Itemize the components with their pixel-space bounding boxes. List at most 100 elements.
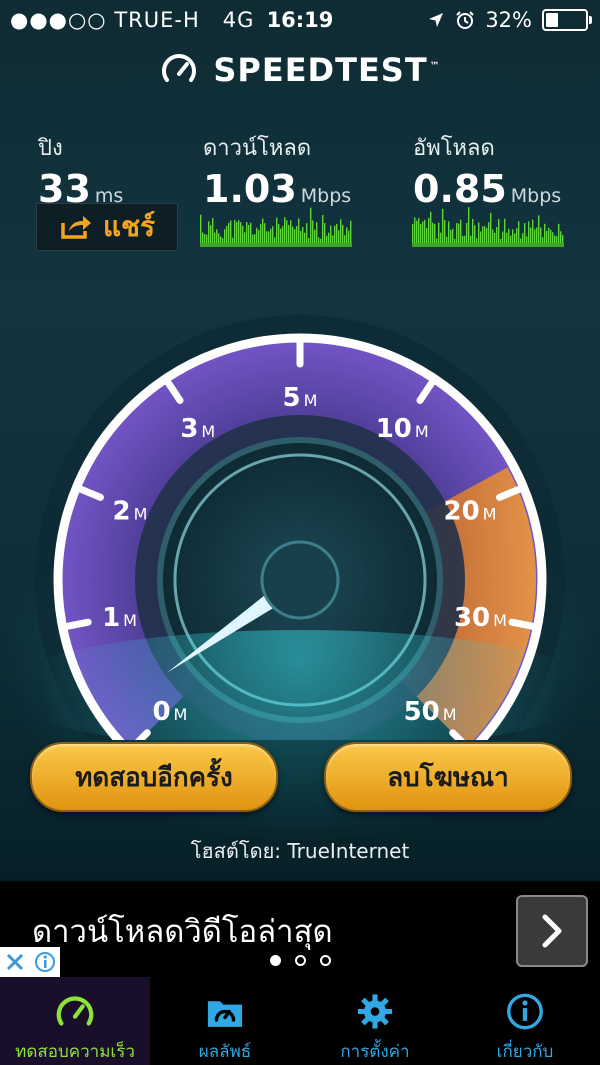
sparkline-bar [338, 230, 340, 245]
tab-about[interactable]: เกี่ยวกับ [450, 977, 600, 1065]
close-icon[interactable] [4, 951, 26, 973]
share-label: แชร์ [102, 210, 156, 243]
sparkline-bar [486, 227, 488, 245]
tab-about-label: เกี่ยวกับ [496, 1042, 554, 1062]
sparkline-bar [438, 222, 440, 245]
sparkline-bar [516, 228, 518, 245]
sparkline-bar [226, 225, 228, 245]
ad-text[interactable]: ดาวน์โหลดวิดีโอล่าสุด [32, 906, 333, 956]
upload-metric: อัพโหลด 0.85 Mbps [413, 130, 561, 211]
sparkline-bar [260, 223, 262, 245]
sparkline-bar [536, 227, 538, 245]
sparkline-bar [314, 229, 316, 245]
sparkline-bar [210, 225, 212, 245]
sparkline-bar [512, 229, 514, 245]
remove-ads-button[interactable]: ลบโฆษณา [324, 742, 572, 812]
sparkline-bar [448, 221, 450, 245]
sparkline-bar [472, 218, 474, 245]
sparkline-bar [508, 228, 510, 245]
tab-results[interactable]: ผลลัพธ์ [150, 977, 300, 1065]
sparkline-bar [424, 219, 426, 245]
sparkline-bar [316, 222, 318, 245]
sparkline-bar [336, 223, 338, 245]
sparkline-bar [528, 221, 530, 245]
sparkline-bar [288, 225, 290, 245]
gauge-tick [61, 618, 92, 631]
sparkline-bar [324, 223, 326, 245]
sparkline-bar [544, 223, 546, 245]
page-dot[interactable] [269, 955, 281, 966]
sparkline-bar [282, 226, 284, 245]
gauge-needle-cap [260, 540, 340, 620]
sparkline-bar [264, 223, 266, 245]
download-unit: Mbps [300, 185, 352, 207]
tab-settings[interactable]: การตั้งค่า [300, 977, 450, 1065]
speed-gauge: 0 M1 M2 M3 M5 M10 M20 M30 M50 M [0, 315, 600, 740]
sparkline-bar [298, 218, 300, 245]
share-button[interactable]: แชร์ [36, 203, 178, 251]
status-right: 32% [427, 8, 592, 32]
sparkline-bar [200, 214, 202, 245]
battery-fill [546, 13, 559, 27]
sparkline-bar [280, 228, 282, 245]
sparkline-bar [558, 223, 560, 245]
location-arrow-icon [429, 13, 444, 27]
sparkline-bar [498, 218, 500, 245]
sparkline-bar [306, 223, 308, 245]
sparkline-bar [420, 223, 422, 245]
ping-metric: ปิง 33 ms [38, 130, 123, 211]
test-again-button[interactable]: ทดสอบอีกครั้ง [30, 742, 278, 812]
ad-choices-badge[interactable] [0, 947, 60, 977]
sparkline-bar [322, 215, 324, 245]
sparkline-bar [246, 222, 248, 245]
download-metric: ดาวน์โหลด 1.03 Mbps [203, 130, 351, 211]
speedometer-icon [56, 996, 94, 1026]
page-dot[interactable] [294, 955, 306, 966]
upload-unit: Mbps [510, 185, 562, 207]
sparkline-bar [276, 217, 278, 245]
sparkline-baseline [412, 243, 564, 247]
app-title: SPEEDTEST ™ [213, 51, 441, 89]
sparkline-bar [456, 223, 458, 245]
sparkline-bar [444, 220, 446, 245]
sparkline-bar [518, 221, 520, 245]
sparkline-bar [248, 224, 250, 245]
sparkline-bar [342, 224, 344, 245]
sparkline-bar [488, 222, 490, 245]
download-label: ดาวน์โหลด [203, 136, 312, 161]
sparkline-bar [428, 217, 430, 245]
sparkline-bar [236, 221, 238, 245]
sparkline-bar [340, 219, 342, 245]
sparkline-bar [504, 218, 506, 245]
sparkline-bar [458, 223, 460, 245]
sparkline-bar [412, 223, 414, 245]
sparkline-bar [300, 230, 302, 245]
info-icon [507, 993, 543, 1030]
sparkline-bar [212, 218, 214, 245]
sparkline-bar [460, 219, 462, 245]
sparkline-bar [450, 230, 452, 245]
alarm-clock-icon [456, 11, 475, 29]
sparkline-bar [294, 229, 296, 245]
battery-icon [542, 9, 592, 31]
sparkline-bar [490, 212, 492, 245]
sparkline-bar [208, 221, 210, 245]
sparkline-bar [292, 226, 294, 245]
info-icon[interactable] [34, 951, 56, 973]
page-dot[interactable] [319, 955, 331, 966]
sparkline-bar [550, 229, 552, 245]
tab-speed-test[interactable]: ทดสอบความเร็ว [0, 977, 150, 1065]
sparkline-bar [310, 207, 312, 245]
sparkline-bar [474, 225, 476, 245]
sparkline-bar [530, 227, 532, 245]
tab-bar: ทดสอบความเร็ว ผลลัพธ์ การตั้งค่า เกี่ยวก… [0, 977, 600, 1065]
sparkline-bar [524, 223, 526, 245]
sparkline-bar [418, 218, 420, 245]
sparkline-bar [272, 226, 274, 245]
sparkline-bar [534, 229, 536, 245]
sparkline-bar [234, 219, 236, 245]
sparkline-bar [350, 220, 352, 245]
sparkline-bar [502, 231, 504, 245]
sparkline-bar [258, 229, 260, 245]
sparkline-baseline [200, 243, 352, 247]
